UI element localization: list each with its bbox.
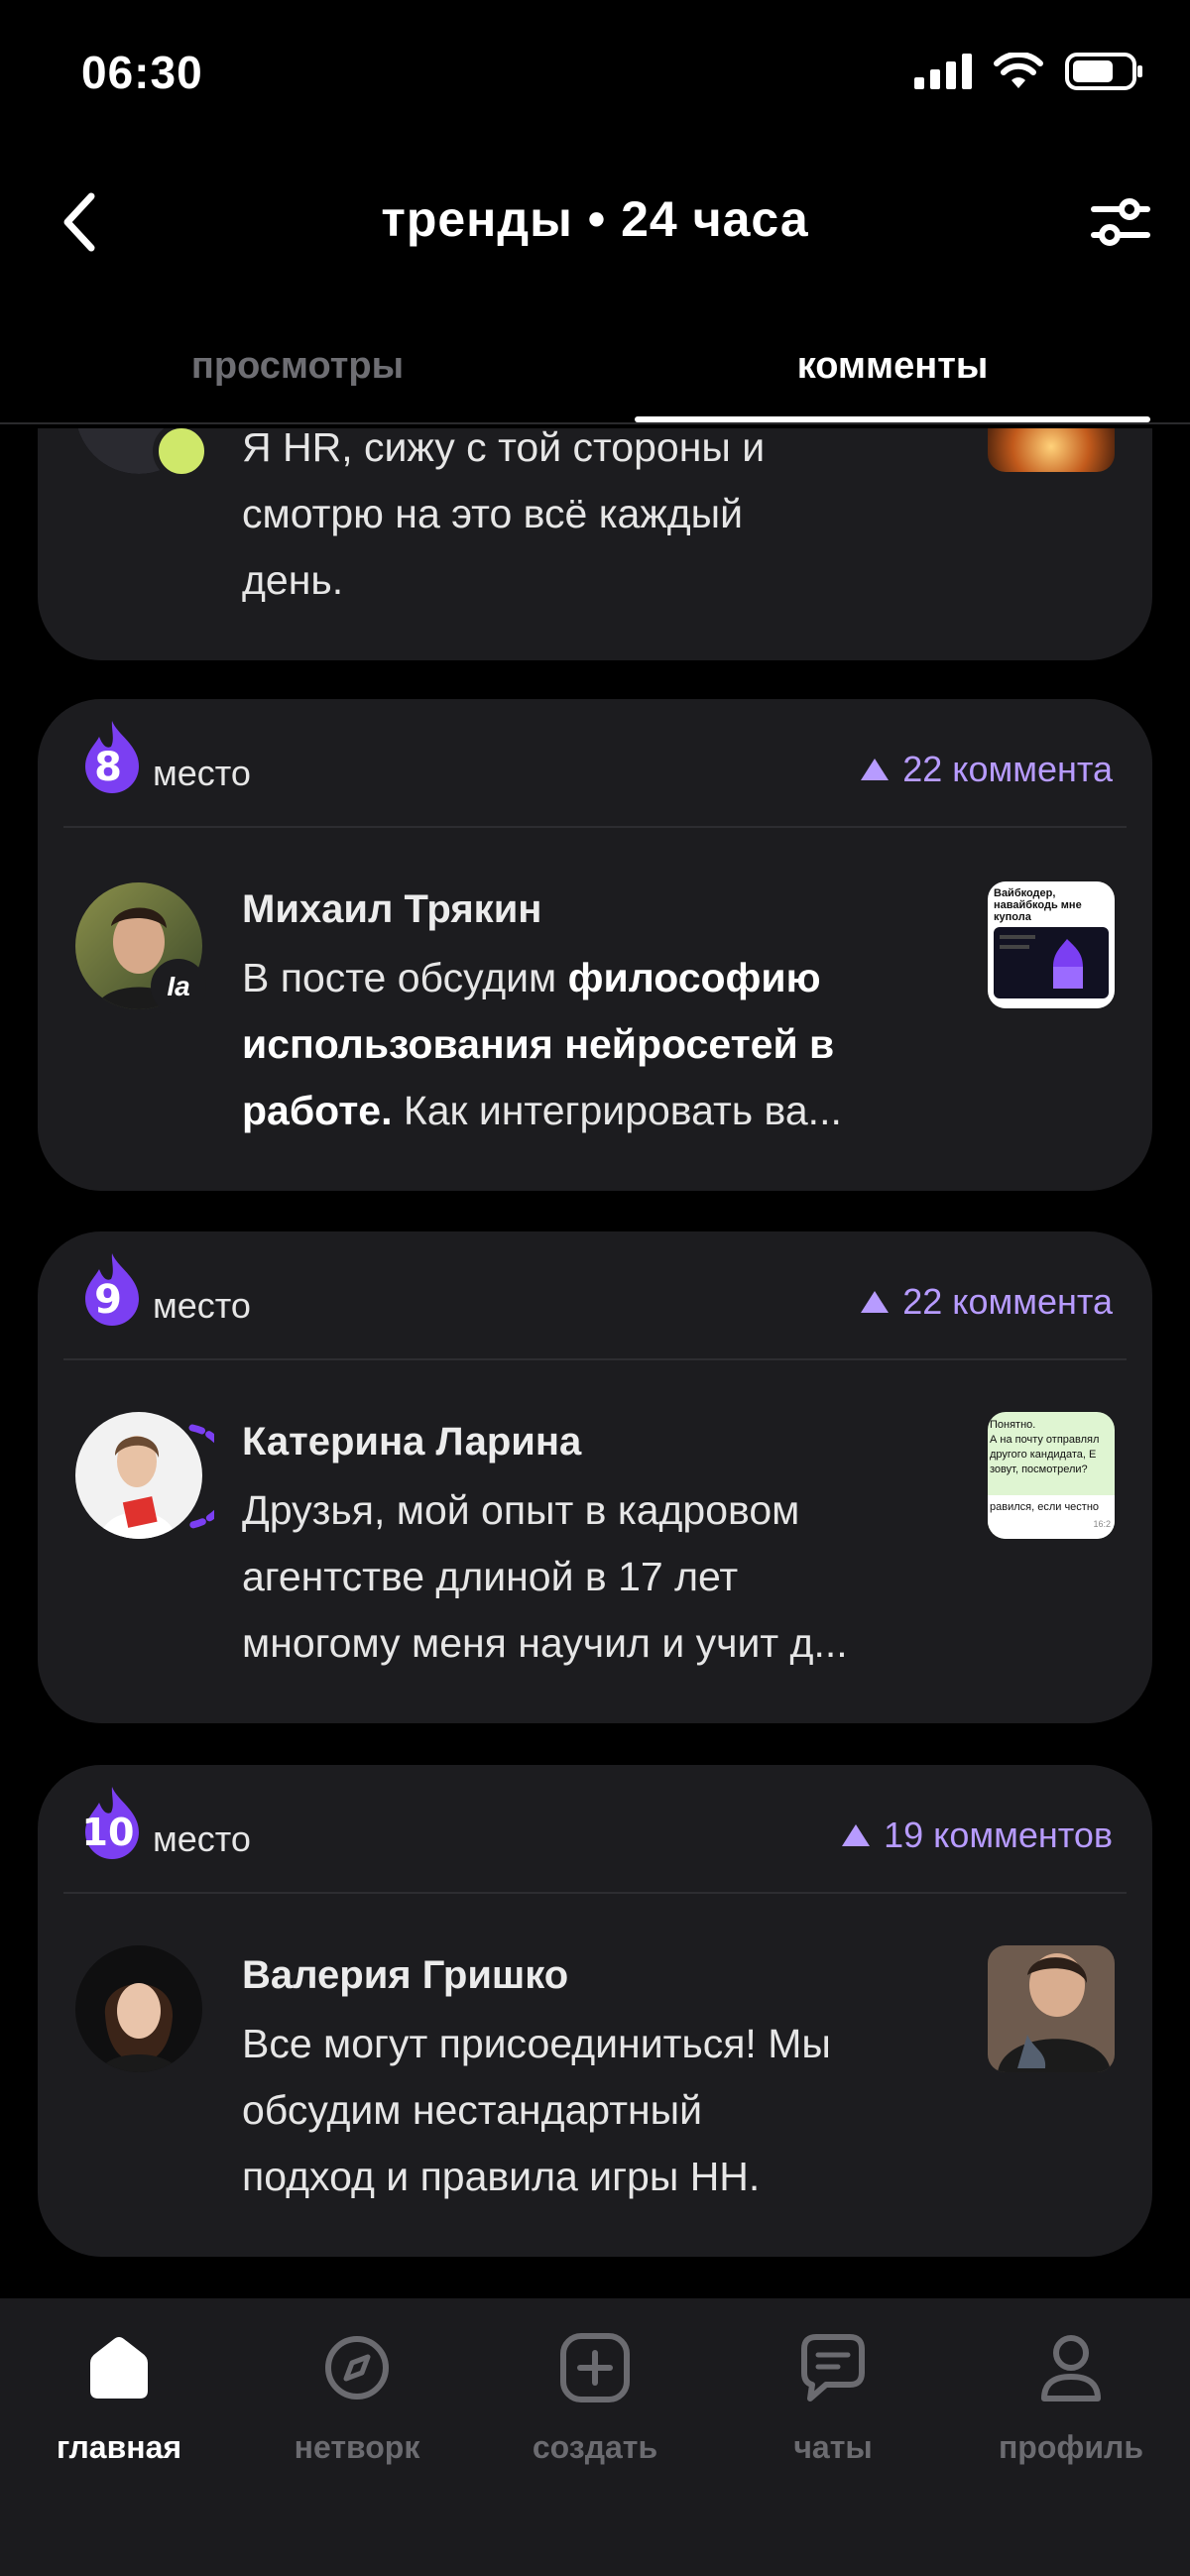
tabs: просмотры комменты <box>0 327 1190 426</box>
rank-number: 8 <box>94 745 122 790</box>
filter-button[interactable] <box>1081 182 1160 262</box>
rank-label: место <box>153 753 251 793</box>
post-thumbnail[interactable]: Понятно. А на почту отправлял другого ка… <box>988 1412 1115 1539</box>
status-time: 06:30 <box>81 47 203 98</box>
rank-label: место <box>153 1818 251 1859</box>
comment-count: 22 коммента <box>861 1281 1113 1323</box>
rank-label: место <box>153 1285 251 1326</box>
post-thumbnail[interactable] <box>988 1945 1115 2072</box>
post-text: Я HR, сижу с той стороны и смотрю на это… <box>242 428 766 603</box>
card-header: 9 место 22 коммента <box>38 1231 1152 1358</box>
triangle-up-icon <box>861 759 890 780</box>
user-icon <box>1031 2328 1111 2407</box>
author-name[interactable]: Катерина Ларина <box>242 1420 581 1464</box>
tabs-divider <box>0 422 1190 424</box>
post-text: В посте обсудим философию использования … <box>242 955 842 1133</box>
post-thumbnail[interactable] <box>988 428 1115 472</box>
nav-bar: тренды • 24 часа <box>0 169 1190 278</box>
comment-count: 19 комментов <box>842 1815 1113 1856</box>
divider <box>63 826 1127 828</box>
bottom-tab-bar: главная нетворк создать чаты профиль <box>0 2298 1190 2576</box>
tab-views[interactable]: просмотры <box>0 345 595 388</box>
nav-item-home[interactable]: главная <box>0 2328 238 2466</box>
nav-item-create[interactable]: создать <box>476 2328 714 2466</box>
divider <box>63 1358 1127 1360</box>
post-thumbnail[interactable]: Вайбкодер, навайбкодь мне купола <box>988 881 1115 1008</box>
trend-card[interactable]: 9 место 22 коммента Катерина Ларина Друз… <box>38 1231 1152 1723</box>
trend-card[interactable]: Я HR, сижу с той стороны и смотрю на это… <box>38 428 1152 660</box>
rank-number: 10 <box>81 1811 135 1854</box>
card-header: 10 место 19 комментов <box>38 1765 1152 1892</box>
sliders-icon <box>1091 198 1150 246</box>
status-bar: 06:30 <box>0 0 1190 149</box>
triangle-up-icon <box>861 1291 890 1313</box>
avatar-badge: Ia <box>151 959 206 1014</box>
avatar[interactable] <box>75 1412 202 1539</box>
nav-item-chats[interactable]: чаты <box>714 2328 952 2466</box>
author-name[interactable]: Валерия Гришко <box>242 1953 568 1998</box>
comment-count: 22 коммента <box>861 749 1113 790</box>
rank-number: 9 <box>94 1277 122 1323</box>
signal-icon <box>914 54 972 89</box>
trend-card[interactable]: 10 место 19 комментов Валерия Гришко Все… <box>38 1765 1152 2257</box>
story-ring-icon <box>188 1424 214 1529</box>
plus-square-icon <box>555 2328 635 2407</box>
divider <box>63 1892 1127 1894</box>
online-badge <box>153 428 210 480</box>
card-header: 8 место 22 коммента <box>38 699 1152 826</box>
wifi-icon <box>994 53 1043 88</box>
compass-icon <box>317 2328 397 2407</box>
tab-comments[interactable]: комменты <box>595 345 1190 388</box>
post-text: Все могут присоединиться! Мы обсудим нес… <box>242 2021 831 2199</box>
page-title: тренды • 24 часа <box>381 191 809 247</box>
active-tab-indicator <box>635 416 1150 422</box>
trend-card[interactable]: 8 место 22 коммента Ia Михаил Трякин В п… <box>38 699 1152 1191</box>
post-text: Друзья, мой опыт в кадровом агентстве дл… <box>242 1487 848 1666</box>
triangle-up-icon <box>842 1824 871 1846</box>
nav-item-profile[interactable]: профиль <box>952 2328 1190 2466</box>
home-icon <box>79 2328 159 2407</box>
author-name[interactable]: Михаил Трякин <box>242 887 541 932</box>
avatar[interactable] <box>75 1945 202 2072</box>
battery-icon <box>1065 53 1142 90</box>
chat-icon <box>793 2328 873 2407</box>
nav-item-network[interactable]: нетворк <box>238 2328 476 2466</box>
status-icons <box>914 52 1144 91</box>
